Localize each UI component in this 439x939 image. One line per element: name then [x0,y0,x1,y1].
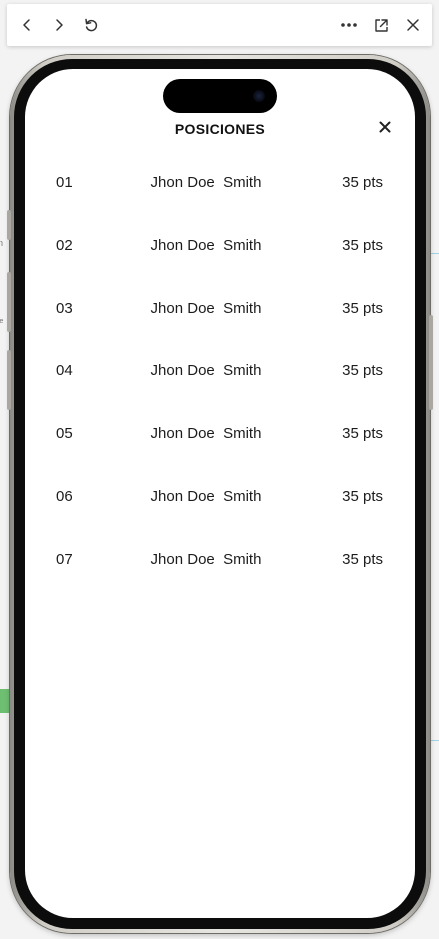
modal-title: POSICIONES [174,121,266,137]
ranking-player-name: Jhon Doe Smith [150,550,262,568]
close-modal-button[interactable] [373,115,397,139]
ranking-player-name: Jhon Doe Smith [150,299,262,317]
ranking-row[interactable]: 03 Jhon Doe Smith 35 pts [25,296,415,359]
rankings-list: 01 Jhon Doe Smith 35 pts 02 Jhon Doe Smith 35… [25,170,415,610]
chevron-right-icon [56,19,63,31]
phone-screen: POSICIONES 01 Jhon Doe Smith 35 pts 02 Jhon … [25,69,415,918]
ranking-player-name: Jhon Doe Smith [150,236,262,254]
ranking-points: 35 pts [342,362,383,380]
reload-icon [85,18,98,32]
phone-volume-down-button [7,350,11,410]
ranking-points: 35 pts [342,487,383,505]
close-icon [407,19,419,31]
ranking-points: 35 pts [342,299,383,317]
ranking-row[interactable]: 01 Jhon Doe Smith 35 pts [25,170,415,233]
ranking-row[interactable]: 06 Jhon Doe Smith 35 pts [25,484,415,547]
background-text: le [0,318,4,325]
ranking-points: 35 pts [342,174,383,191]
ranking-row[interactable]: 02 Jhon Doe Smith 35 pts [25,233,415,296]
more-dots-icon [341,23,357,27]
phone-action-button [7,210,11,240]
close-icon [379,121,391,133]
chevron-left-icon [23,19,30,31]
forward-button[interactable] [46,12,72,38]
back-button[interactable] [14,12,40,38]
reload-button[interactable] [78,12,104,38]
ranking-points: 35 pts [342,550,383,568]
background-text: n [0,238,4,248]
phone-volume-up-button [7,272,11,332]
viewport: n le POSICIONES 01Jhon Doe Smith35 pts02… [0,0,439,939]
dynamic-island [163,79,277,113]
ranking-player-name: Jhon Doe Smith [150,362,262,380]
ranking-row[interactable]: 07 Jhon Doe Smith 35 pts [25,547,415,610]
open-external-button[interactable] [368,12,394,38]
more-button[interactable] [336,12,362,38]
close-window-button[interactable] [400,12,426,38]
ranking-player-name: Jhon Doe Smith [150,487,262,505]
phone-power-button [429,315,433,410]
ranking-row[interactable]: 04 Jhon Doe Smith 35 pts [25,358,415,421]
ranking-player-name: Jhon Doe Smith [150,174,262,191]
camera-icon [253,90,265,102]
browser-toolbar [7,4,432,46]
open-external-icon [374,18,388,32]
ranking-row[interactable]: 05 Jhon Doe Smith 35 pts [25,421,415,484]
ranking-player-name: Jhon Doe Smith [150,425,262,443]
ranking-points: 35 pts [342,236,383,254]
ranking-points: 35 pts [342,425,383,443]
